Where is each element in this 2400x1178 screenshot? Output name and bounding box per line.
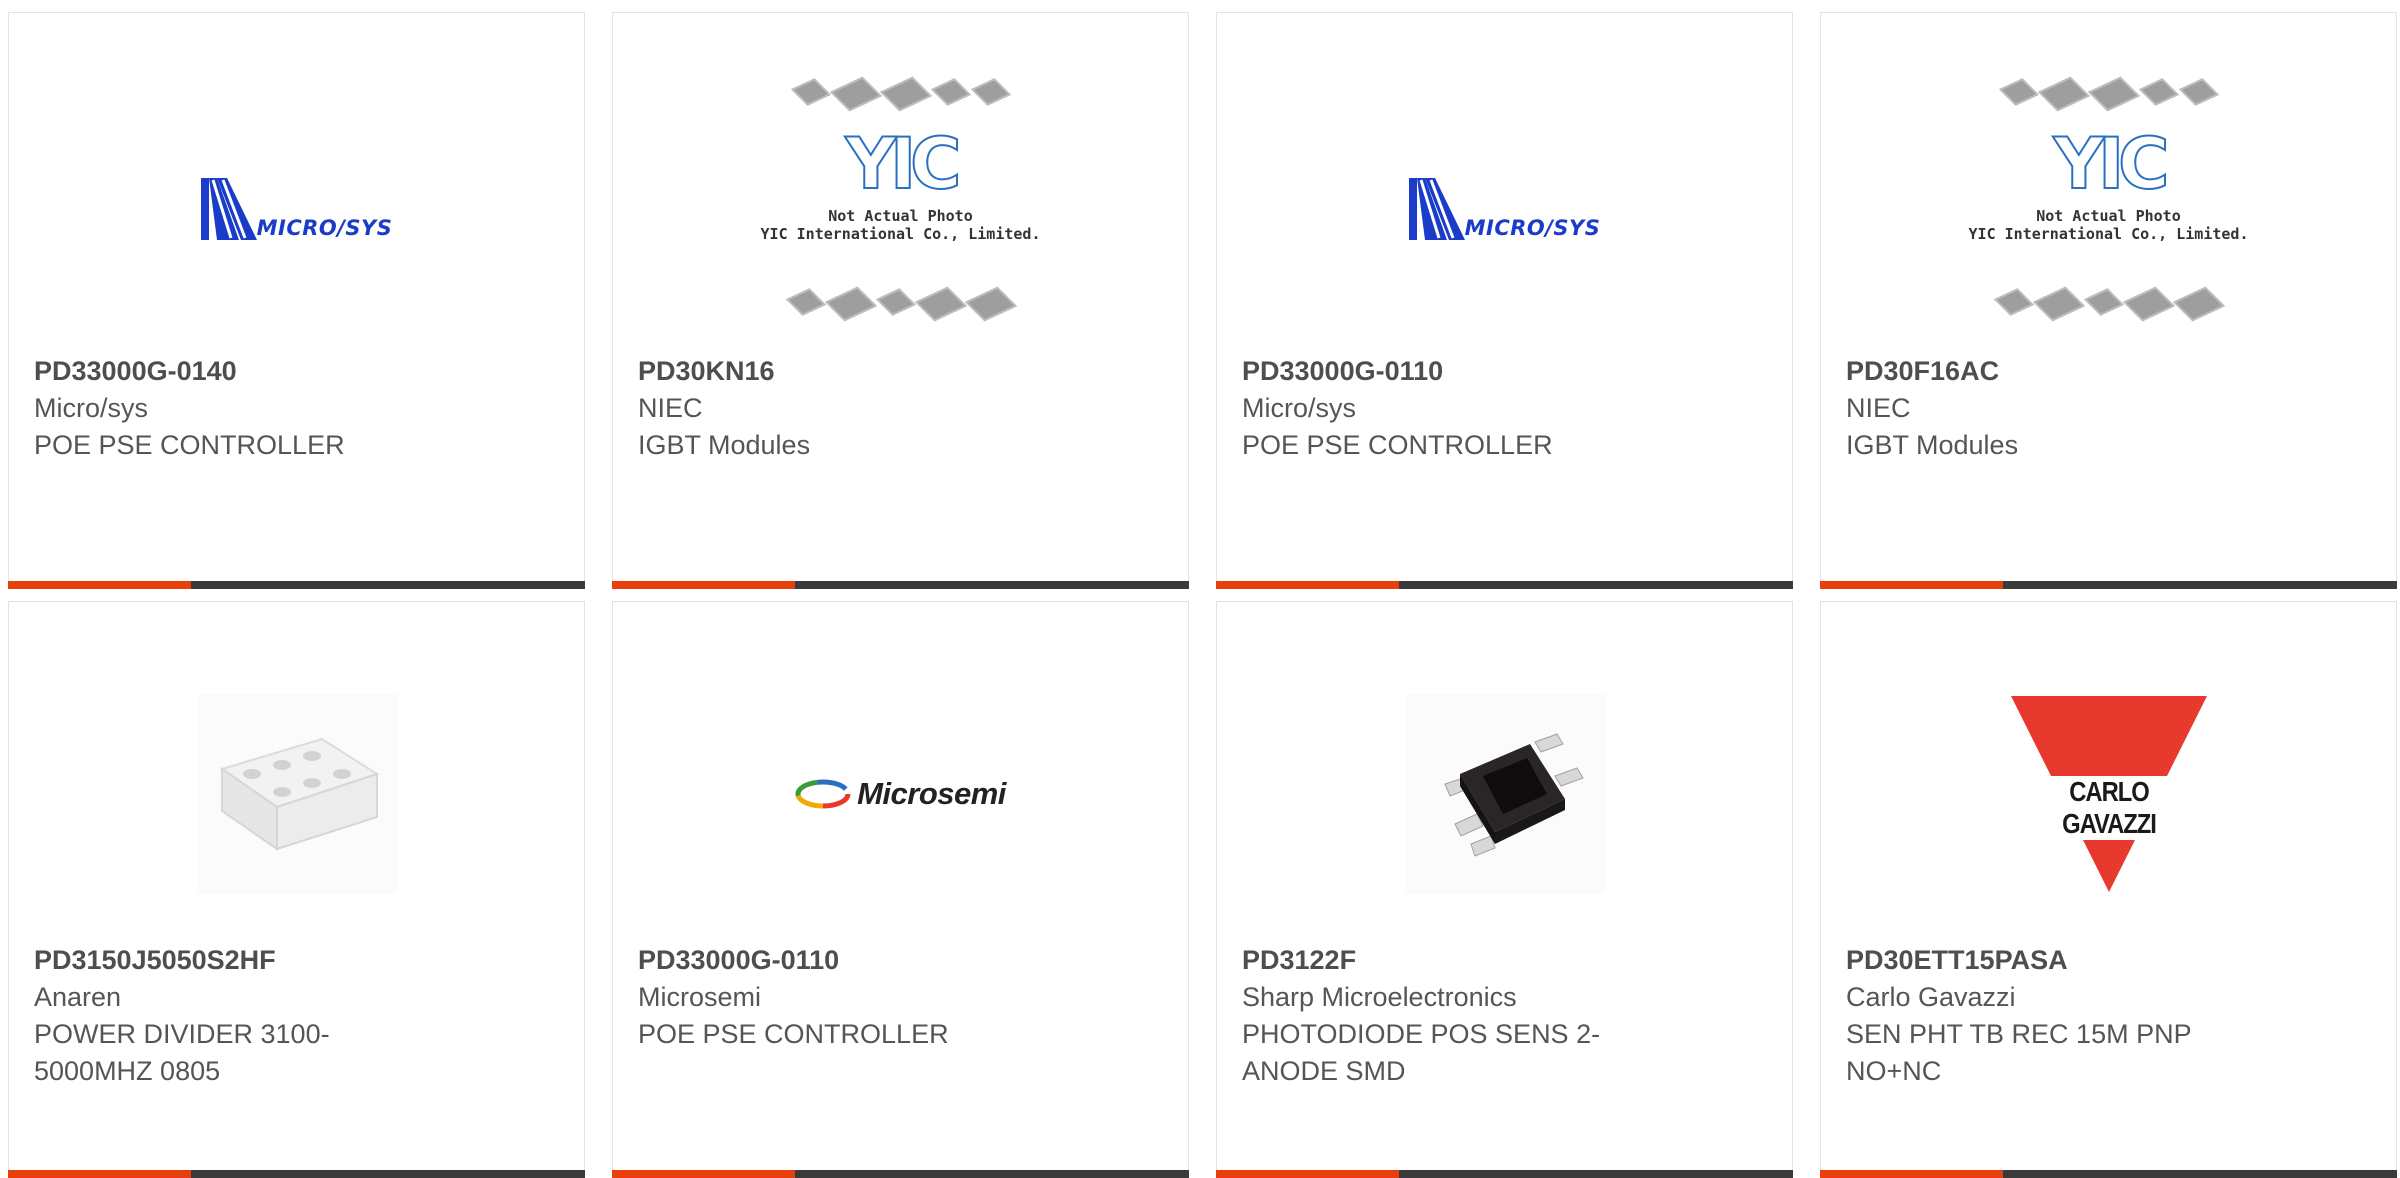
description: PHOTODIODE POS SENS 2- ANODE SMD [1242,1019,1601,1086]
part-number[interactable]: PD30F16AC [1846,353,2266,390]
part-number[interactable]: PD33000G-0110 [638,942,1058,979]
accent-bar [1820,1170,2003,1178]
product-info: PD33000G-0110 Micro/sys POE PSE CONTROLL… [1242,353,1662,464]
manufacturer: Microsemi [638,982,762,1012]
product-card[interactable]: Microsemi PD33000G-0110 Microsemi POE PS… [612,601,1189,1178]
product-image[interactable] [1217,688,1792,900]
chip-icons [761,286,1041,322]
accent-bar [1216,1170,1399,1178]
part-number[interactable]: PD30KN16 [638,353,1058,390]
chip-icons [761,76,1041,112]
card-footer-bar [1216,1170,1793,1178]
product-image[interactable]: YIC Not Actual Photo YIC International C… [1821,75,2396,323]
not-actual-photo-caption: Not Actual Photo YIC International Co., … [1968,207,2249,243]
part-number[interactable]: PD30ETT15PASA [1846,942,2266,979]
product-image[interactable]: MICRO/SYS [1217,99,1792,311]
microsemi-logo: Microsemi [795,776,1006,812]
manufacturer: Anaren [34,982,122,1012]
manufacturer: Micro/sys [1242,393,1356,423]
manufacturer: NIEC [638,393,703,423]
chip-icons [1969,286,2249,322]
description: IGBT Modules [1846,430,2019,460]
product-card[interactable]: CARLO GAVAZZI PD30ETT15PASA Carlo Gavazz… [1820,601,2397,1178]
yic-logo: YIC [2052,123,2170,205]
micro-sys-logo: MICRO/SYS [200,170,393,240]
product-info: PD3122F Sharp Microelectronics PHOTODIOD… [1242,942,1662,1090]
description: POE PSE CONTROLLER [638,1019,949,1049]
product-grid: MICRO/SYS PD33000G-0140 Micro/sys POE PS… [8,12,2397,1178]
product-card[interactable]: YIC Not Actual Photo YIC International C… [1820,12,2397,589]
product-info: PD3150J5050S2HF Anaren POWER DIVIDER 310… [34,942,454,1090]
product-info: PD33000G-0110 Microsemi POE PSE CONTROLL… [638,942,1058,1053]
micro-sys-logo: MICRO/SYS [1408,170,1601,240]
product-card[interactable]: MICRO/SYS PD33000G-0140 Micro/sys POE PS… [8,12,585,589]
card-footer-bar [612,1170,1189,1178]
card-footer-bar [612,581,1189,589]
chip-icons [1969,76,2249,112]
product-info: PD30KN16 NIEC IGBT Modules [638,353,1058,464]
carlo-gavazzi-logo: CARLO GAVAZZI [2010,696,2207,892]
description: POWER DIVIDER 3100- 5000MHZ 0805 [34,1019,330,1086]
card-footer-bar [8,1170,585,1178]
manufacturer: Sharp Microelectronics [1242,982,1517,1012]
manufacturer: NIEC [1846,393,1911,423]
photodiode-photo [1404,694,1605,894]
card-footer-bar [1216,581,1793,589]
accent-bar [1820,581,2003,589]
yic-placeholder-image: YIC Not Actual Photo YIC International C… [1969,75,2249,323]
product-card[interactable]: MICRO/SYS PD33000G-0110 Micro/sys POE PS… [1216,12,1793,589]
description: SEN PHT TB REC 15M PNP NO+NC [1846,1019,2192,1086]
manufacturer: Carlo Gavazzi [1846,982,2016,1012]
product-image[interactable] [9,688,584,900]
card-footer-bar [1820,581,2397,589]
accent-bar [612,581,795,589]
product-card[interactable]: PD3122F Sharp Microelectronics PHOTODIOD… [1216,601,1793,1178]
part-number[interactable]: PD33000G-0110 [1242,353,1662,390]
card-footer-bar [1820,1170,2397,1178]
part-number[interactable]: PD33000G-0140 [34,353,454,390]
product-info: PD33000G-0140 Micro/sys POE PSE CONTROLL… [34,353,454,464]
description: POE PSE CONTROLLER [34,430,345,460]
product-image[interactable]: CARLO GAVAZZI [1821,688,2396,900]
part-number[interactable]: PD3122F [1242,942,1662,979]
product-image[interactable]: Microsemi [613,688,1188,900]
yic-logo: YIC [844,123,962,205]
accent-bar [612,1170,795,1178]
manufacturer: Micro/sys [34,393,148,423]
smd-component-photo [196,694,397,894]
accent-bar [8,581,191,589]
card-footer-bar [8,581,585,589]
accent-bar [8,1170,191,1178]
part-number[interactable]: PD3150J5050S2HF [34,942,454,979]
product-card[interactable]: PD3150J5050S2HF Anaren POWER DIVIDER 310… [8,601,585,1178]
product-info: PD30F16AC NIEC IGBT Modules [1846,353,2266,464]
accent-bar [1216,581,1399,589]
product-image[interactable]: YIC Not Actual Photo YIC International C… [613,75,1188,323]
description: POE PSE CONTROLLER [1242,430,1553,460]
product-card[interactable]: YIC Not Actual Photo YIC International C… [612,12,1189,589]
yic-placeholder-image: YIC Not Actual Photo YIC International C… [761,75,1041,323]
description: IGBT Modules [638,430,811,460]
not-actual-photo-caption: Not Actual Photo YIC International Co., … [760,207,1041,243]
product-info: PD30ETT15PASA Carlo Gavazzi SEN PHT TB R… [1846,942,2266,1090]
product-image[interactable]: MICRO/SYS [9,99,584,311]
